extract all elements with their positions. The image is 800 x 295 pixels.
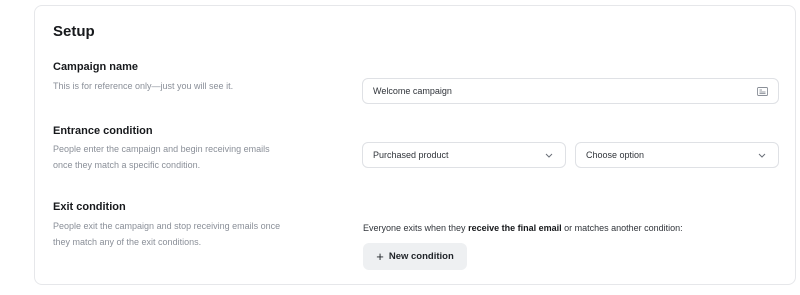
entrance-condition-label: Entrance condition [53,125,153,137]
id-card-icon [756,85,768,97]
plus-icon: + [376,249,384,264]
entrance-option-select[interactable]: Choose option [575,142,779,168]
entrance-condition-value: Purchased product [373,150,449,160]
entrance-condition-select[interactable]: Purchased product [362,142,566,168]
entrance-option-value: Choose option [586,150,645,160]
exit-summary-bold: receive the final email [468,223,562,233]
new-condition-label: New condition [388,251,454,262]
exit-condition-label: Exit condition [53,201,126,213]
entrance-condition-description: People enter the campaign and begin rece… [53,144,270,170]
chevron-down-icon [543,149,555,161]
campaign-name-input[interactable]: Welcome campaign [362,78,779,104]
chevron-down-icon [756,149,768,161]
setup-card: Setup Campaign name This is for referenc… [34,5,796,285]
exit-summary-before: Everyone exits when they [363,223,469,233]
exit-summary-after: or matches another condition: [561,223,683,233]
exit-condition-summary: Everyone exits when they receive the fin… [363,223,683,233]
campaign-name-description: This is for reference only—just you will… [53,81,234,91]
campaign-name-label: Campaign name [53,61,138,73]
exit-condition-description: People exit the campaign and stop receiv… [53,221,281,247]
campaign-name-value: Welcome campaign [373,86,452,96]
page-title: Setup [53,23,95,40]
new-condition-button[interactable]: + New condition [363,243,467,270]
